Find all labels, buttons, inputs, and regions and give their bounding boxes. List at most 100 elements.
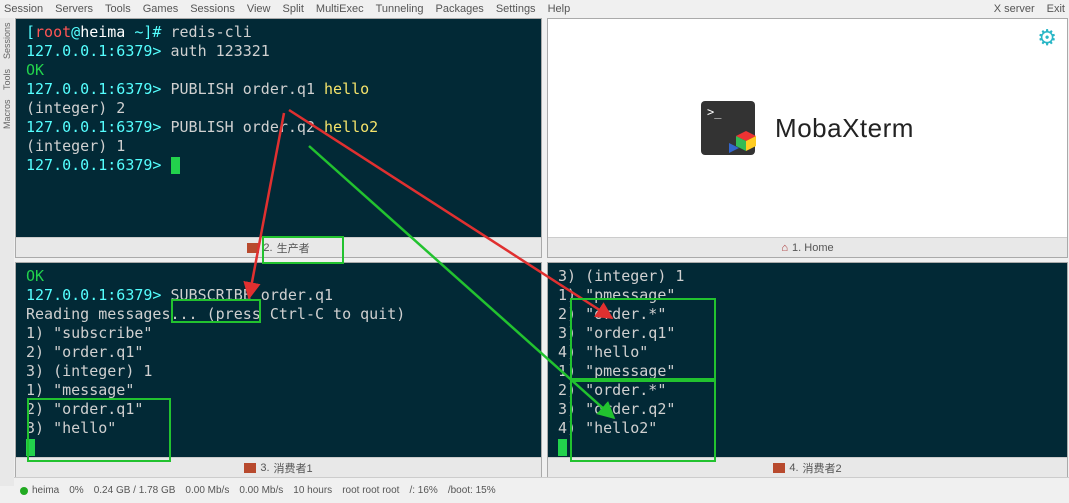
terminal-consumer1[interactable]: OK127.0.0.1:6379> SUBSCRIBE order.q1Read… [16,263,541,457]
terminal-line: Reading messages... (press Ctrl-C to qui… [26,305,535,324]
terminal-text: 4) "hello2" [558,419,657,437]
terminal-line: 3) (integer) 1 [558,267,1061,286]
terminal-text: 127.0.0.1:6379> [26,42,171,60]
status-chunk: /: 16% [409,485,437,496]
terminal-line [26,438,535,457]
terminal-text: 3) "order.q1" [558,324,675,342]
status-text: /boot: 15% [448,485,496,496]
terminal-text: 1) "subscribe" [26,324,152,342]
terminal-line: 127.0.0.1:6379> PUBLISH order.q1 hello [26,80,535,99]
status-text: 0.00 Mb/s [239,485,283,496]
terminal-line: OK [26,267,535,286]
terminal-text: 127.0.0.1:6379> [26,156,171,174]
terminal-text: root [35,23,71,41]
menu-item-settings[interactable]: Settings [496,3,536,15]
pane-consumer2: 3) (integer) 11) "pmessage"2) "order.*"3… [547,262,1068,478]
tab-label: 消费者2 [803,460,842,476]
terminal-text: 2) "order.*" [558,305,666,323]
cursor-block [558,439,567,456]
sidebar-item-tools[interactable]: Tools [2,69,12,90]
terminal-text: 2) "order.*" [558,381,666,399]
terminal-text: hello2 [324,118,378,136]
menu-item-tools[interactable]: Tools [105,3,131,15]
menu-item-x-server[interactable]: X server [994,3,1035,15]
terminal-line: 127.0.0.1:6379> PUBLISH order.q2 hello2 [26,118,535,137]
tabbar-consumer1: 3. 消费者1 [16,457,541,477]
status-chunk: /boot: 15% [448,485,496,496]
terminal-text: 1) "pmessage" [558,286,675,304]
tab-producer[interactable]: 2. 生产者 [237,239,319,257]
sidebar: Macros Tools Sessions [0,18,14,486]
terminal-line: 1) "message" [26,381,535,400]
terminal-text: Reading messages... (press Ctrl-C to qui… [26,305,405,323]
menu-item-split[interactable]: Split [283,3,304,15]
brand-logo: MobaXterm [701,101,914,155]
status-chunk: 0.00 Mb/s [239,485,283,496]
terminal-text: 4) "hello" [558,343,648,361]
status-text: 0.24 GB / 1.78 GB [94,485,176,496]
tab-prefix: 2. [263,242,272,254]
menu-item-session[interactable]: Session [4,3,43,15]
terminal-line: 3) "hello" [26,419,535,438]
cursor-block [171,157,180,174]
menu-item-games[interactable]: Games [143,3,178,15]
menu-item-help[interactable]: Help [548,3,571,15]
terminal-text: 1) "pmessage" [558,362,675,380]
status-text: root root root [342,485,399,496]
terminal-line: 127.0.0.1:6379> [26,156,535,175]
terminal-text: @ [71,23,80,41]
terminal-text: OK [26,267,44,285]
terminal-line: (integer) 2 [26,99,535,118]
pane-producer: [root@heima ~]# redis-cli127.0.0.1:6379>… [15,18,542,258]
cursor-block [26,439,35,456]
terminal-text: (integer) 1 [26,137,125,155]
terminal-line: OK [26,61,535,80]
terminal-line: 2) "order.*" [558,305,1061,324]
status-text: 0.00 Mb/s [185,485,229,496]
terminal-consumer2[interactable]: 3) (integer) 11) "pmessage"2) "order.*"3… [548,263,1067,457]
menu-item-servers[interactable]: Servers [55,3,93,15]
connection-dot-icon [20,487,28,495]
cubes-icon [729,131,763,161]
sidebar-item-macros[interactable]: Macros [2,100,12,130]
terminal-line: 3) "order.q1" [558,324,1061,343]
mobaxterm-logo-icon [701,101,755,155]
pane-home: ⚙ MobaXterm ⌂ 1. Home [547,18,1068,258]
menu-item-tunneling[interactable]: Tunneling [376,3,424,15]
terminal-text: (integer) 2 [26,99,125,117]
terminal-text: redis-cli [171,23,252,41]
terminal-line: 3) "order.q2" [558,400,1061,419]
tab-consumer1[interactable]: 3. 消费者1 [234,459,322,477]
terminal-text: ~]# [125,23,170,41]
terminal-text: 3) "order.q2" [558,400,675,418]
terminal-line: 4) "hello" [558,343,1061,362]
menu-item-view[interactable]: View [247,3,271,15]
tab-label: 消费者1 [274,460,313,476]
pane-consumer1: OK127.0.0.1:6379> SUBSCRIBE order.q1Read… [15,262,542,478]
terminal-line: [root@heima ~]# redis-cli [26,23,535,42]
terminal-producer[interactable]: [root@heima ~]# redis-cli127.0.0.1:6379>… [16,19,541,237]
statusbar: heima 0% 0.24 GB / 1.78 GB 0.00 Mb/s 0.00 Mb… [14,477,1069,503]
menu-item-exit[interactable]: Exit [1047,3,1065,15]
menu-item-sessions[interactable]: Sessions [190,3,235,15]
status-chunk: 0.00 Mb/s [185,485,229,496]
tab-home[interactable]: ⌂ 1. Home [771,241,843,255]
tab-label: 生产者 [277,240,310,256]
status-chunk: 0% [69,485,83,496]
gear-icon[interactable]: ⚙ [1037,25,1057,51]
terminal-tab-icon [244,463,256,473]
home-icon: ⌂ [781,242,788,254]
menu-item-multiexec[interactable]: MultiExec [316,3,364,15]
terminal-text: hello [324,80,369,98]
terminal-text: [ [26,23,35,41]
terminal-text: heima [80,23,125,41]
menu-item-packages[interactable]: Packages [436,3,484,15]
status-chunk: 0.24 GB / 1.78 GB [94,485,176,496]
terminal-line: 1) "subscribe" [26,324,535,343]
terminal-text: 127.0.0.1:6379> [26,80,171,98]
terminal-line: 127.0.0.1:6379> SUBSCRIBE order.q1 [26,286,535,305]
tab-consumer2[interactable]: 4. 消费者2 [763,459,851,477]
terminal-text: PUBLISH order.q2 [171,118,325,136]
status-chunk: heima [20,485,59,496]
sidebar-item-sessions[interactable]: Sessions [2,22,12,59]
